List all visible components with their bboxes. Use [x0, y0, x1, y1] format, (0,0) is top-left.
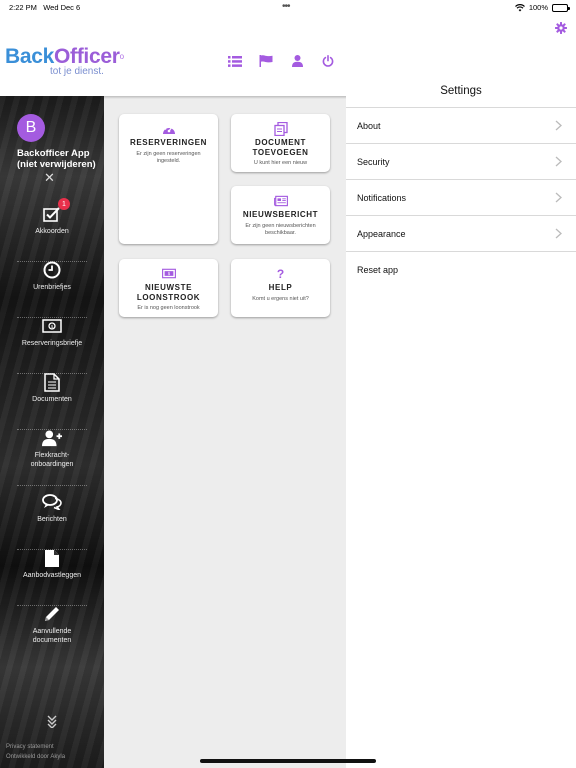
settings-item-label: Reset app [357, 264, 399, 275]
privacy-statement-link[interactable]: Privacy statement [6, 742, 65, 752]
status-right: 100% [514, 3, 570, 12]
header-toolbar [227, 54, 336, 68]
developer-credit[interactable]: Ontwikkeld door Akyla [6, 752, 65, 762]
home-indicator[interactable] [200, 759, 376, 763]
settings-title: Settings [440, 85, 482, 97]
svg-text:$: $ [167, 271, 170, 277]
tile-nieuwste-loonstrook[interactable]: $ NIEUWSTE LOONSTROOK Er is nog geen loo… [119, 259, 218, 317]
settings-item-label: Security [357, 156, 390, 167]
sidebar-item-label: Urenbriefjes [33, 284, 71, 291]
gear-icon[interactable] [555, 22, 567, 34]
sidebar-item-flexkracht-onboardingen[interactable]: Flexkracht-onboardingen [0, 428, 104, 486]
battery-text: 100% [528, 3, 548, 12]
file-icon [42, 548, 62, 568]
tile-document-toevoegen[interactable]: DOCUMENT TOEVOEGEN U kunt hier een nieuw [231, 114, 330, 172]
sidebar-item-reserveringsbriefje[interactable]: $ Reserveringsbriefje [0, 316, 104, 374]
sidebar-item-label: Akkoorden [35, 228, 69, 235]
chevron-right-icon [555, 228, 562, 239]
clock-icon [42, 260, 62, 280]
documents-icon [273, 121, 288, 136]
battery-icon [552, 3, 570, 12]
settings-item-reset-app[interactable]: Reset app [346, 251, 576, 287]
sidebar-item-label: Reserveringsbriefje [21, 340, 83, 347]
sidebar-item-documenten[interactable]: Documenten [0, 372, 104, 430]
svg-text:$: $ [51, 324, 54, 330]
question-icon: ? [276, 266, 285, 281]
tile-title: RESERVERINGEN [129, 138, 207, 147]
tile-reserveringen[interactable]: RESERVERINGEN Er zijn geen reserveringen… [119, 114, 218, 244]
settings-item-label: Notifications [357, 192, 407, 203]
tile-description: Er zijn geen nieuwsberichten beschikbaar… [245, 222, 316, 237]
tile-title: DOCUMENT TOEVOEGEN [252, 138, 309, 157]
chevron-right-icon [555, 192, 562, 203]
sidebar-item-urenbriefjes[interactable]: Urenbriefjes [0, 260, 104, 318]
tile-description: U kunt hier een nieuw [253, 160, 308, 166]
user-plus-icon [42, 428, 62, 448]
logo-part2: Officer [54, 45, 120, 68]
dashboard: RESERVERINGEN Er zijn geen reserveringen… [104, 96, 346, 768]
sidebar-item-berichten[interactable]: Berichten [0, 492, 104, 550]
tile-title: HELP [268, 283, 293, 292]
notification-badge: 1 [58, 198, 70, 210]
sidebar-item-aanvullende-documenten[interactable]: Aanvullende documenten [0, 604, 104, 660]
status-bar: 2:22 PM Wed Dec 6 ••• 100% [0, 0, 576, 14]
power-icon[interactable] [320, 54, 336, 68]
tile-help[interactable]: ? HELP Komt u ergens niet uit? [231, 259, 330, 317]
document-icon [42, 372, 62, 392]
tile-description: Er zijn geen reserveringen ingesteld. [136, 150, 201, 165]
flag-icon[interactable] [258, 54, 274, 68]
avatar[interactable]: B [17, 114, 45, 142]
chevron-double-down-icon[interactable] [46, 714, 58, 728]
newspaper-icon [273, 194, 288, 207]
sidebar-item-label: Flexkracht-onboardingen [30, 452, 74, 468]
settings-item-label: About [357, 120, 381, 131]
tile-title: NIEUWSBERICHT [242, 210, 319, 219]
tile-description: Komt u ergens niet uit? [252, 295, 309, 302]
sidebar-item-label: Documenten [32, 396, 72, 403]
settings-item-notifications[interactable]: Notifications [346, 179, 576, 215]
sidebar-item-aanbodvastleggen[interactable]: Aanbodvastleggen [0, 548, 104, 606]
app-logo: BackOfficero tot je dienst. [5, 45, 124, 77]
sidebar-item-label: Berichten [37, 516, 67, 523]
sidebar-item-akkoorden[interactable]: 1 Akkoorden [0, 198, 104, 262]
sidebar: B Backofficer App (niet verwijderen) ✕ 1… [0, 96, 104, 768]
status-time: 2:22 PM Wed Dec 6 [9, 3, 81, 12]
settings-item-label: Appearance [357, 228, 406, 239]
list-icon[interactable] [227, 54, 243, 68]
chevron-right-icon [555, 156, 562, 167]
tile-description: Er is nog geen loonstrook [137, 305, 200, 311]
chat-icon [42, 492, 62, 512]
wifi-icon [514, 3, 525, 11]
tile-nieuwsbericht[interactable]: NIEUWSBERICHT Er zijn geen nieuwsbericht… [231, 186, 330, 244]
multitasking-dots-icon[interactable]: ••• [282, 1, 290, 12]
dashboard-gauge-icon [162, 122, 176, 135]
money-icon: $ [161, 267, 176, 280]
tile-title: NIEUWSTE LOONSTROOK [136, 283, 201, 302]
money-icon: $ [42, 316, 62, 336]
close-icon[interactable]: ✕ [44, 170, 55, 186]
user-icon[interactable] [289, 54, 305, 68]
app-name: Backofficer App (niet verwijderen) [17, 148, 96, 170]
settings-item-appearance[interactable]: Appearance [346, 215, 576, 251]
settings-panel: Settings About Security Notifications Ap… [346, 78, 576, 768]
sidebar-item-label: Aanvullende documenten [32, 628, 72, 644]
chevron-right-icon [555, 120, 562, 131]
logo-part1: Back [5, 45, 55, 68]
sidebar-footer: Privacy statement Ontwikkeld door Akyla [6, 742, 65, 762]
pencil-icon [42, 604, 62, 624]
settings-item-about[interactable]: About [346, 107, 576, 143]
check-square-icon: 1 [42, 198, 70, 224]
sidebar-item-label: Aanbodvastleggen [23, 572, 81, 579]
settings-item-security[interactable]: Security [346, 143, 576, 179]
